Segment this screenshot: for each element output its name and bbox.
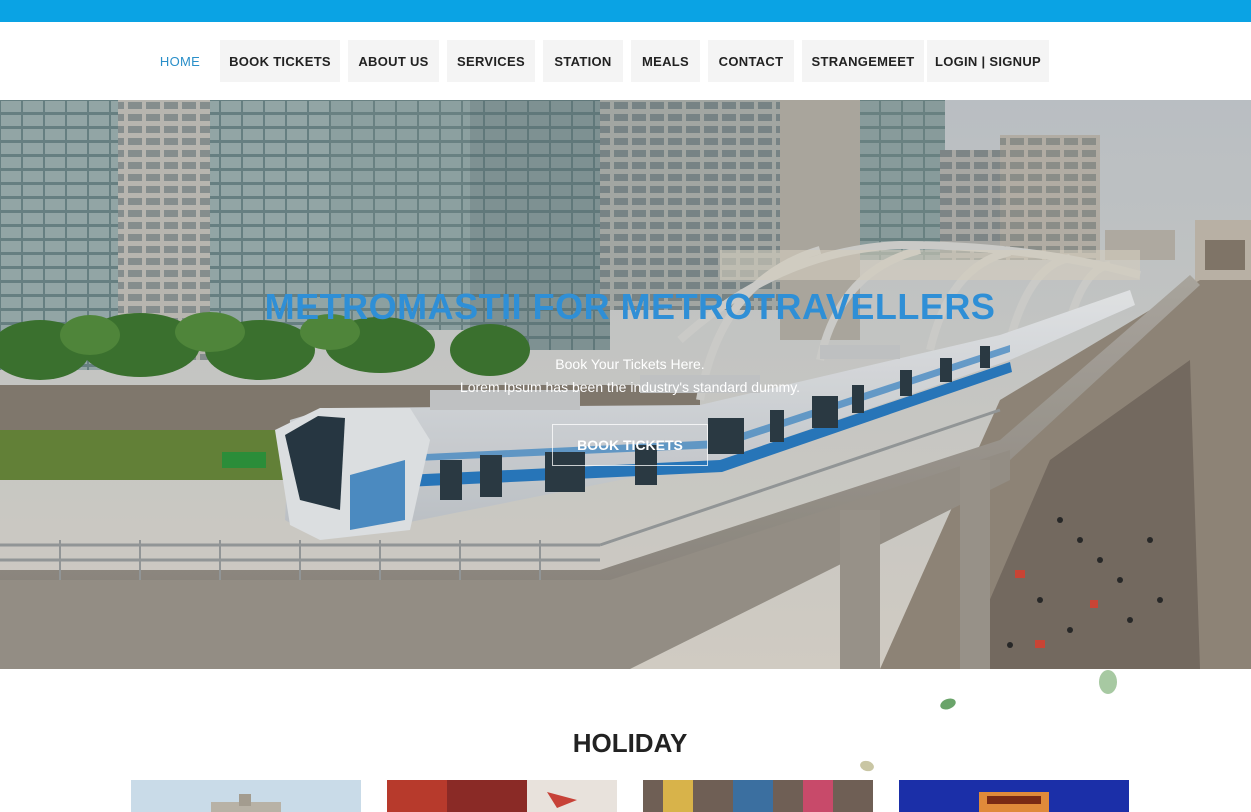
hero-description: Lorem Ipsum has been the industry's stan…	[459, 379, 801, 395]
holiday-card-image	[643, 780, 873, 812]
nav-strangemeet[interactable]: STRANGEMEET	[802, 40, 924, 82]
holiday-card[interactable]	[643, 780, 873, 812]
nav-home[interactable]: HOME	[150, 40, 210, 82]
nav-about-us[interactable]: ABOUT US	[348, 40, 439, 82]
holiday-card-image	[387, 780, 617, 812]
hero-title: METROMASTII FOR METROTRAVELLERS	[264, 286, 996, 327]
leaf-decoration-icon	[1099, 670, 1117, 694]
holiday-card[interactable]	[387, 780, 617, 812]
holiday-card-image	[899, 780, 1129, 812]
nav-meals[interactable]: MEALS	[631, 40, 700, 82]
leaf-decoration-icon	[940, 698, 956, 710]
nav-book-tickets[interactable]: BOOK TICKETS	[220, 40, 340, 82]
holiday-card-image	[131, 780, 361, 812]
leaf-decoration-icon	[860, 760, 874, 772]
nav-services[interactable]: SERVICES	[447, 40, 535, 82]
hero-subtitle: Book Your Tickets Here.	[555, 356, 705, 372]
main-navigation: HOME BOOK TICKETS ABOUT US SERVICES STAT…	[0, 22, 1251, 100]
book-tickets-button[interactable]: BOOK TICKETS	[552, 424, 708, 466]
hero-banner: METROMASTII FOR METROTRAVELLERS Book You…	[0, 100, 1251, 669]
nav-login-signup[interactable]: LOGIN | SIGNUP	[927, 40, 1049, 82]
holiday-section-title: HOLIDAY	[572, 728, 688, 758]
holiday-card[interactable]	[131, 780, 361, 812]
nav-contact[interactable]: CONTACT	[708, 40, 794, 82]
holiday-card[interactable]	[899, 780, 1129, 812]
top-accent-bar	[0, 0, 1251, 22]
nav-station[interactable]: STATION	[543, 40, 623, 82]
